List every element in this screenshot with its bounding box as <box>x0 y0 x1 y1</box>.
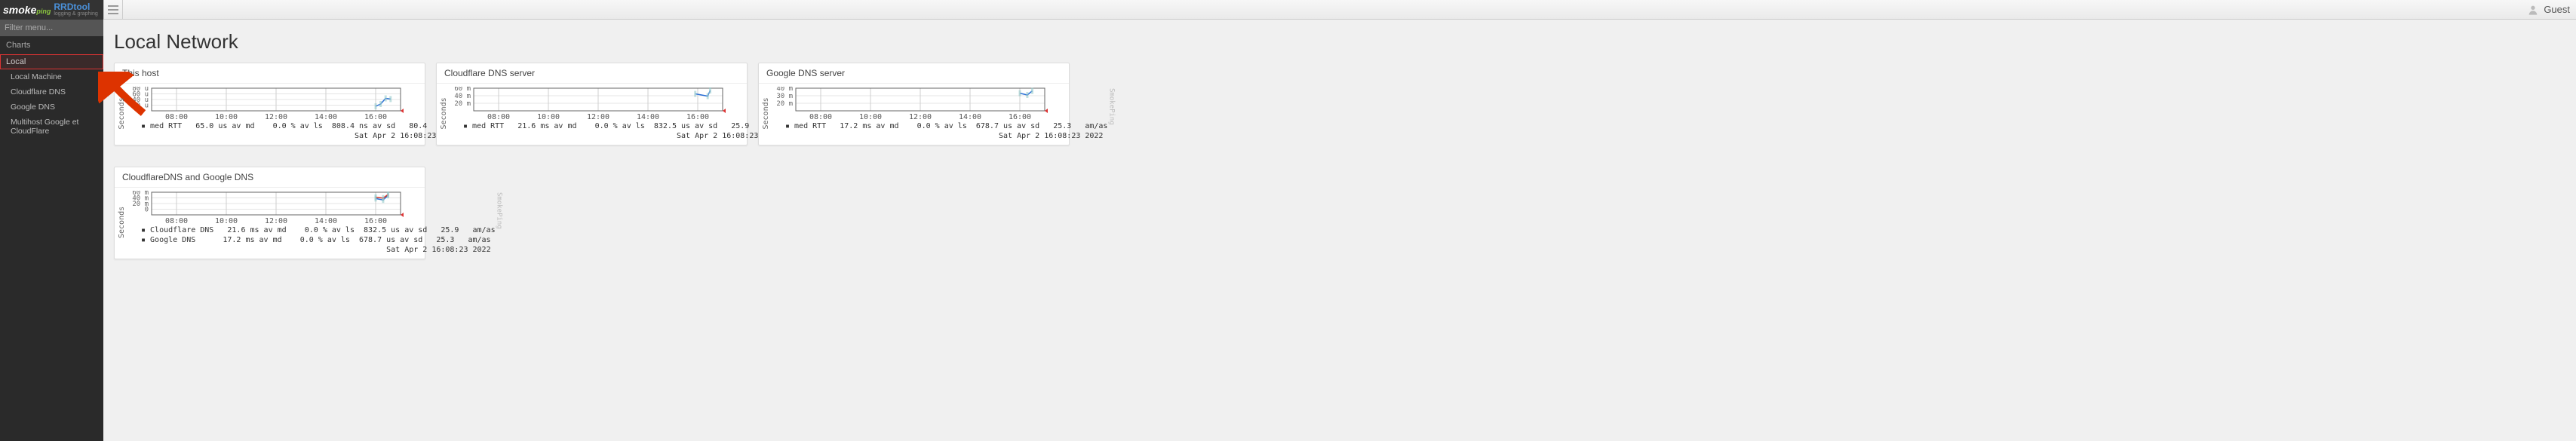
chart-legend-stats: ▪ med RTT 17.2 ms av md 0.0 % av ls 678.… <box>770 120 1107 132</box>
panel-title: Google DNS server <box>759 63 1069 84</box>
svg-text:14:00: 14:00 <box>315 217 337 224</box>
menu-toggle-button[interactable] <box>103 0 123 20</box>
sidebar-section-charts: Charts <box>0 36 103 54</box>
chart-plot[interactable]: 60 m40 m20 m008:0010:0012:0014:0016:00 <box>126 191 405 224</box>
sidebar-item-multihost-google-et-cloudflare[interactable]: Multihost Google et CloudFlare <box>0 115 103 139</box>
svg-text:12:00: 12:00 <box>909 113 932 120</box>
svg-text:08:00: 08:00 <box>487 113 510 120</box>
y-axis-label: Seconds <box>118 87 126 140</box>
svg-text:20 u: 20 u <box>132 103 149 110</box>
svg-text:30 m: 30 m <box>776 93 793 100</box>
sidebar-item-local[interactable]: Local <box>0 54 103 69</box>
chart-panel: CloudflareDNS and Google DNSSeconds60 m4… <box>114 167 425 259</box>
svg-text:16:00: 16:00 <box>364 217 387 224</box>
chart-panel: This hostSeconds80 u60 u40 u20 u08:0010:… <box>114 63 425 145</box>
panel-title: CloudflareDNS and Google DNS <box>115 167 425 188</box>
sidebar: Charts LocalLocal MachineCloudflare DNSG… <box>0 20 103 441</box>
chart-timestamp: Sat Apr 2 16:08:23 2022 <box>770 132 1107 140</box>
y-axis-label: Seconds <box>762 87 770 140</box>
svg-text:20 m: 20 m <box>776 100 793 108</box>
logo-area: smokeping RRDtoollogging & graphing <box>0 0 103 20</box>
guest-label: Guest <box>2544 4 2570 15</box>
y-axis-label: Seconds <box>440 87 448 140</box>
panels-container: This hostSeconds80 u60 u40 u20 u08:0010:… <box>114 63 2565 259</box>
y-axis-label: Seconds <box>118 191 126 254</box>
chart-timestamp: Sat Apr 2 16:08:23 2022 <box>126 132 463 140</box>
svg-text:10:00: 10:00 <box>537 113 560 120</box>
chart-timestamp: Sat Apr 2 16:08:23 2022 <box>126 246 496 254</box>
chart-panel: Google DNS server Seconds 40 m30 m20 m 08:0… <box>758 63 1070 145</box>
chart-legend-stats: ▪ med RTT 21.6 ms av md 0.0 % av ls 832.… <box>448 120 785 132</box>
user-icon <box>2527 4 2539 16</box>
chart-watermark: SmokePing <box>1107 87 1115 140</box>
panel-body: Seconds 40 m30 m20 m 08:00 10:00 12:00 14:00 1… <box>759 84 1069 145</box>
svg-text:14:00: 14:00 <box>315 113 337 120</box>
panel-body: Seconds80 u60 u40 u20 u08:0010:0012:0014… <box>115 84 425 145</box>
svg-text:20 m: 20 m <box>454 100 471 108</box>
top-bar: smokeping RRDtoollogging & graphing Gues… <box>0 0 2576 20</box>
chart-plot[interactable]: 80 u60 u40 u20 u08:0010:0012:0014:0016:0… <box>126 87 405 120</box>
sidebar-item-cloudflare-dns[interactable]: Cloudflare DNS <box>0 84 103 100</box>
filter-menu-input[interactable] <box>0 20 103 36</box>
main-content: Local Network This hostSeconds80 u60 u40… <box>103 20 2576 265</box>
page-title: Local Network <box>114 30 2565 54</box>
svg-text:14:00: 14:00 <box>637 113 659 120</box>
panel-body: Seconds 60 m40 m20 m 08:00 10:00 12:00 14:00 1… <box>437 84 747 145</box>
panel-body: Seconds60 m40 m20 m008:0010:0012:0014:00… <box>115 188 425 259</box>
sidebar-item-local-machine[interactable]: Local Machine <box>0 69 103 84</box>
chart-legend-stats: ▪ med RTT 65.0 us av md 0.0 % av ls 808.… <box>126 120 463 132</box>
svg-text:16:00: 16:00 <box>686 113 709 120</box>
svg-text:14:00: 14:00 <box>959 113 981 120</box>
panel-title: Cloudflare DNS server <box>437 63 747 84</box>
hamburger-icon <box>108 5 118 14</box>
svg-text:08:00: 08:00 <box>165 217 188 224</box>
svg-text:12:00: 12:00 <box>587 113 609 120</box>
smokeping-logo: smokeping <box>3 4 51 16</box>
svg-text:08:00: 08:00 <box>809 113 832 120</box>
sidebar-item-google-dns[interactable]: Google DNS <box>0 100 103 115</box>
svg-text:0: 0 <box>145 206 149 213</box>
svg-text:12:00: 12:00 <box>265 113 287 120</box>
svg-text:40 m: 40 m <box>454 93 471 100</box>
chart-plot[interactable]: 60 m40 m20 m 08:00 10:00 12:00 14:00 16:00 <box>448 87 727 120</box>
chart-plot[interactable]: 40 m30 m20 m 08:00 10:00 12:00 14:00 16:00 <box>770 87 1049 120</box>
chart-panel: Cloudflare DNS serverSeconds60 m40 m20 m… <box>436 63 748 145</box>
svg-text:10:00: 10:00 <box>859 113 882 120</box>
svg-text:40 m: 40 m <box>776 87 793 93</box>
svg-text:10:00: 10:00 <box>215 113 238 120</box>
chart-timestamp: Sat Apr 2 16:08:23 2022 <box>448 132 785 140</box>
svg-text:60 m: 60 m <box>454 87 471 93</box>
chart-watermark: SmokePing <box>496 191 503 254</box>
panel-title: This host <box>115 63 425 84</box>
svg-text:16:00: 16:00 <box>1009 113 1031 120</box>
svg-text:12:00: 12:00 <box>265 217 287 224</box>
user-area[interactable]: Guest <box>2527 4 2570 16</box>
svg-text:08:00: 08:00 <box>165 113 188 120</box>
rrdtool-logo: RRDtoollogging & graphing <box>54 2 97 17</box>
svg-text:10:00: 10:00 <box>215 217 238 224</box>
svg-text:16:00: 16:00 <box>364 113 387 120</box>
chart-legend-stats: ▪ Cloudflare DNS 21.6 ms av md 0.0 % av … <box>126 224 496 246</box>
